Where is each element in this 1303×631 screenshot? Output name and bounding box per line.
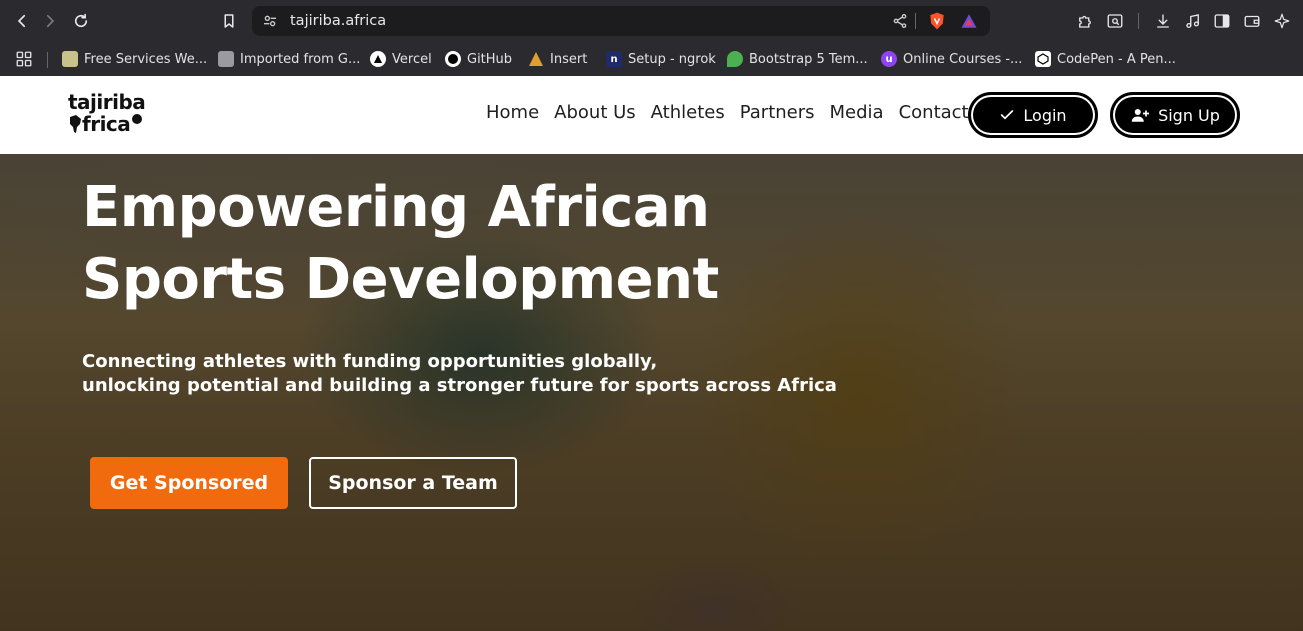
courses-icon: u — [881, 51, 897, 67]
nav-athletes[interactable]: Athletes — [651, 102, 725, 123]
nav-home[interactable]: Home — [486, 102, 539, 123]
back-button[interactable] — [10, 9, 34, 33]
bookmark-free-services[interactable]: Free Services We... — [62, 48, 207, 70]
brave-rewards-icon[interactable] — [960, 12, 978, 30]
wallet-icon — [1244, 15, 1260, 27]
bookmark-label: Bootstrap 5 Tem... — [749, 51, 868, 67]
url-text[interactable]: tajiriba.africa — [290, 13, 386, 29]
hero-content: Empowering African Sports Development Co… — [0, 154, 1303, 631]
ngrok-icon: n — [606, 51, 622, 67]
africa-shape-icon — [70, 115, 81, 133]
reload-button[interactable] — [69, 9, 93, 33]
reader-search-icon — [1107, 14, 1123, 28]
hero-title: Empowering African Sports Development — [82, 172, 719, 316]
site-logo[interactable]: tajiriba frica — [68, 92, 168, 140]
bookmark-label: Vercel — [392, 51, 432, 67]
bookmark-label: Free Services We... — [84, 51, 208, 67]
insert-icon — [528, 51, 544, 67]
bookmark-ngrok[interactable]: n Setup - ngrok — [606, 48, 716, 70]
bookmark-imported-folder[interactable]: Imported from G... — [218, 48, 360, 70]
downloads-button[interactable] — [1152, 10, 1174, 32]
codepen-icon — [1035, 51, 1051, 67]
bookmark-label: Setup - ngrok — [628, 51, 716, 67]
get-sponsored-button[interactable]: Get Sponsored — [90, 457, 288, 509]
bookmark-label: GitHub — [467, 51, 513, 67]
free-services-icon — [62, 51, 78, 67]
nav-about-us[interactable]: About Us — [554, 102, 636, 123]
bookmark-icon — [224, 14, 234, 28]
hero-title-line-1: Empowering African — [82, 175, 710, 240]
leo-ai-button[interactable] — [1271, 10, 1293, 32]
apps-button[interactable] — [15, 48, 33, 70]
music-icon — [1186, 14, 1199, 29]
site-navbar: tajiriba frica Home About Us Athletes Pa… — [0, 76, 1303, 154]
puzzle-icon — [1079, 15, 1091, 28]
reload-icon — [74, 13, 88, 28]
nav-partners[interactable]: Partners — [740, 102, 815, 123]
website: tajiriba frica Home About Us Athletes Pa… — [0, 76, 1303, 631]
bookmark-label: Imported from G... — [240, 51, 361, 67]
bootstrap-icon — [727, 51, 743, 67]
logo-dot — [132, 114, 143, 124]
bookmark-insert[interactable]: Insert — [528, 48, 587, 70]
logo-line-1: tajiriba — [68, 90, 146, 114]
address-bar[interactable]: tajiriba.africa — [252, 6, 990, 36]
bookmark-vercel[interactable]: Vercel — [370, 48, 432, 70]
sparkle-icon — [1274, 13, 1290, 29]
forward-button[interactable] — [38, 9, 62, 33]
bookmark-button[interactable] — [217, 9, 241, 33]
hero-subtitle: Connecting athletes with funding opportu… — [82, 350, 837, 398]
bookmark-github[interactable]: GitHub — [445, 48, 512, 70]
nav-media[interactable]: Media — [830, 102, 884, 123]
bookmarks-divider — [47, 52, 48, 68]
wallet-button[interactable] — [1241, 10, 1263, 32]
add-user-icon — [1131, 109, 1150, 122]
folder-icon — [218, 51, 234, 67]
download-icon — [1157, 14, 1169, 28]
forward-icon — [46, 14, 55, 28]
check-icon — [1001, 110, 1014, 120]
divider — [915, 13, 916, 29]
signup-button[interactable]: Sign Up — [1110, 92, 1240, 138]
hero-subtitle-line-1: Connecting athletes with funding opportu… — [82, 351, 658, 372]
sidebar-button[interactable] — [1211, 10, 1233, 32]
signup-label: Sign Up — [1158, 105, 1220, 125]
login-button[interactable]: Login — [968, 92, 1098, 138]
bookmark-label: CodePen - A Pen... — [1057, 51, 1176, 67]
site-settings-icon[interactable] — [262, 13, 278, 29]
hero-subtitle-line-2: unlocking potential and building a stron… — [82, 375, 837, 396]
extensions-button[interactable] — [1074, 10, 1096, 32]
nav-contact[interactable]: Contact — [899, 102, 969, 123]
logo-line-2-wrap: frica — [68, 114, 168, 134]
bookmark-codepen[interactable]: CodePen - A Pen... — [1035, 48, 1176, 70]
reader-button[interactable] — [1104, 10, 1126, 32]
bookmark-online-courses[interactable]: u Online Courses -... — [881, 48, 1022, 70]
sponsor-a-team-button[interactable]: Sponsor a Team — [309, 457, 517, 509]
primary-nav: Home About Us Athletes Partners Media Co… — [486, 102, 969, 123]
brave-shield-icon[interactable] — [927, 11, 947, 31]
vercel-icon — [370, 51, 386, 67]
share-icon[interactable] — [892, 13, 908, 29]
hero-section: Empowering African Sports Development Co… — [0, 154, 1303, 631]
login-label: Login — [1023, 105, 1067, 125]
github-icon — [445, 51, 461, 67]
bookmarks-bar: Free Services We... Imported from G... V… — [0, 42, 1303, 76]
hero-title-line-2: Sports Development — [82, 247, 719, 312]
bookmark-bootstrap[interactable]: Bootstrap 5 Tem... — [727, 48, 868, 70]
media-button[interactable] — [1182, 10, 1204, 32]
bookmark-label: Insert — [550, 51, 588, 67]
browser-toolbar: tajiriba.africa — [0, 0, 1303, 42]
sidebar-icon — [1214, 14, 1230, 28]
bookmark-label: Online Courses -... — [903, 51, 1023, 67]
browser-chrome: tajiriba.africa Free Services We... Impo… — [0, 0, 1303, 76]
apps-grid-icon — [16, 51, 32, 67]
toolbar-divider — [1138, 13, 1139, 29]
logo-line-2: frica — [82, 112, 131, 136]
back-icon — [17, 14, 26, 28]
